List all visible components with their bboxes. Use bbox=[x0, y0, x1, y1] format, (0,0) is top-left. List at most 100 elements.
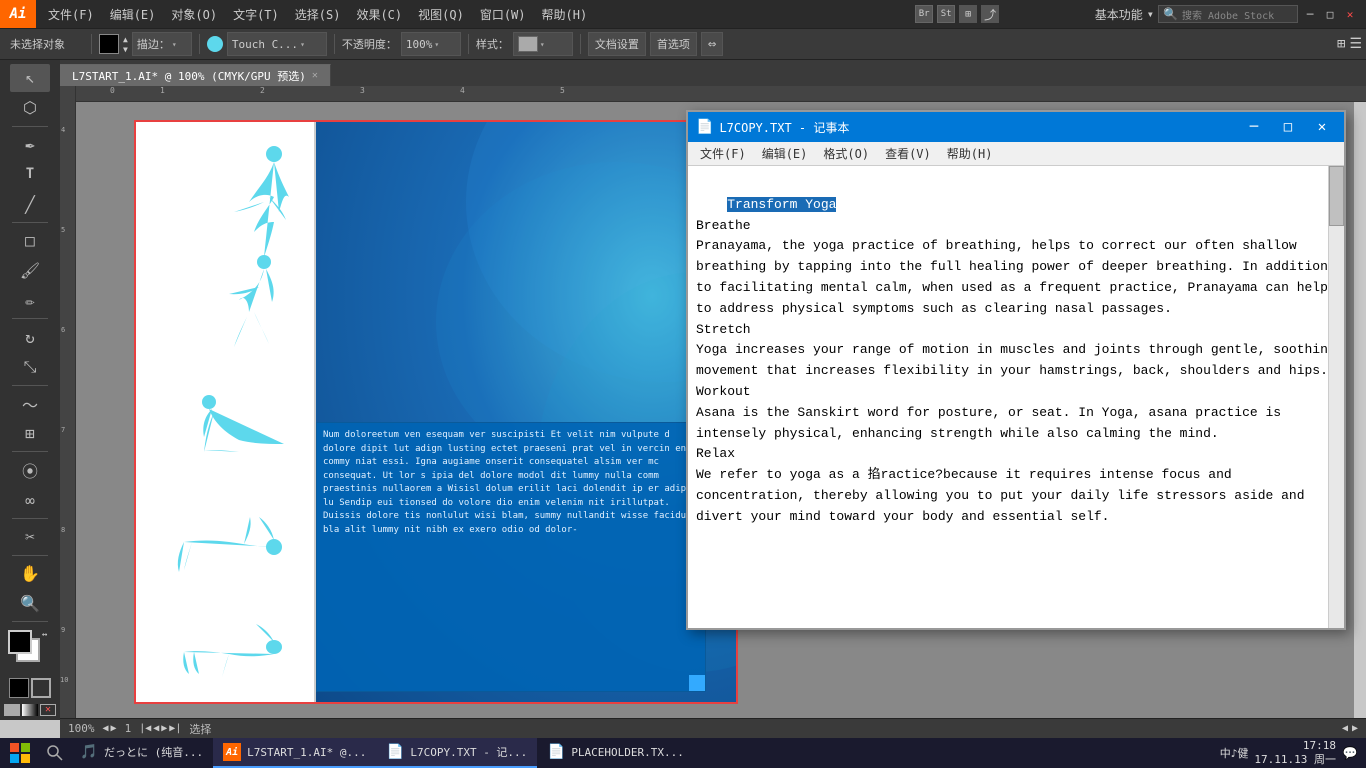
warp-tool[interactable]: 〜 bbox=[10, 390, 50, 418]
doc-settings-btn[interactable]: 文档设置 bbox=[588, 32, 646, 56]
restore-btn[interactable]: □ bbox=[1322, 6, 1338, 22]
ime-label[interactable]: 中♪健 bbox=[1220, 745, 1249, 761]
np-menu-view[interactable]: 查看(V) bbox=[877, 142, 939, 165]
selection-tool[interactable]: ↖ bbox=[10, 64, 50, 92]
stroke-up-arrow[interactable]: ▲ bbox=[123, 35, 128, 44]
arrange-icon[interactable]: ⊞ bbox=[1337, 36, 1345, 52]
page-number: 1 bbox=[125, 722, 132, 735]
page-next[interactable]: ▶ bbox=[161, 723, 167, 734]
notification-btn[interactable]: 💬 bbox=[1342, 739, 1358, 767]
eyedropper-tool[interactable]: ⦿ bbox=[10, 456, 50, 484]
stock-icon[interactable]: St bbox=[937, 5, 955, 23]
taskbar-ai-item[interactable]: Ai L7START_1.AI* @... bbox=[213, 738, 376, 768]
hand-tool[interactable]: ✋ bbox=[10, 560, 50, 588]
windows-logo-icon bbox=[10, 743, 30, 763]
brush-dropdown[interactable]: Touch C... ▾ bbox=[227, 32, 327, 56]
menu-view[interactable]: 视图(Q) bbox=[410, 0, 472, 28]
notepad-text-content[interactable]: Transform Yoga Breathe Pranayama, the yo… bbox=[688, 166, 1344, 628]
page-prev[interactable]: ◀ bbox=[153, 723, 159, 734]
blend-tool[interactable]: ∞ bbox=[10, 486, 50, 514]
direct-select-tool[interactable]: ⬡ bbox=[10, 94, 50, 122]
taskbar-right: 中♪健 17:18 17.11.13 周一 💬 bbox=[1220, 739, 1366, 768]
brush-tool[interactable]: 🖌 bbox=[10, 257, 50, 285]
gradient-btn[interactable] bbox=[22, 704, 38, 716]
page-first[interactable]: |◀ bbox=[139, 723, 151, 734]
text-box-resize-handle[interactable] bbox=[689, 675, 705, 691]
style-dd-arrow: ▾ bbox=[540, 40, 545, 49]
menu-file[interactable]: 文件(F) bbox=[40, 0, 102, 28]
line-tool[interactable]: ╱ bbox=[10, 190, 50, 218]
taskbar-search-btn[interactable] bbox=[40, 739, 70, 767]
arrow-icon[interactable]: ⤴ bbox=[981, 5, 999, 23]
workspace-label[interactable]: 基本功能 bbox=[1095, 6, 1143, 23]
close-btn[interactable]: ✕ bbox=[1342, 6, 1358, 22]
stroke-swatch[interactable] bbox=[31, 678, 51, 698]
np-menu-edit[interactable]: 编辑(E) bbox=[754, 142, 816, 165]
tab-bar: L7START_1.AI* @ 100% (CMYK/GPU 预选) ✕ bbox=[60, 60, 1366, 86]
rotate-tool[interactable]: ↻ bbox=[10, 323, 50, 351]
minimize-btn[interactable]: ─ bbox=[1302, 6, 1318, 22]
scroll-thumb[interactable] bbox=[1329, 166, 1344, 226]
opacity-dropdown[interactable]: 100% ▾ bbox=[401, 32, 461, 56]
fg-color-swatch[interactable] bbox=[8, 630, 32, 654]
ruler-v-mark-6: 6 bbox=[61, 326, 65, 334]
tab-close-btn[interactable]: ✕ bbox=[312, 70, 318, 81]
expand-icon[interactable]: ⇔ bbox=[701, 32, 723, 56]
np-menu-help[interactable]: 帮助(H) bbox=[939, 142, 1001, 165]
np-menu-file[interactable]: 文件(F) bbox=[692, 142, 754, 165]
fill-swatch[interactable] bbox=[9, 678, 29, 698]
stroke-down-arrow[interactable]: ▼ bbox=[123, 45, 128, 54]
grid-icon[interactable]: ⊞ bbox=[959, 5, 977, 23]
menu-select[interactable]: 选择(S) bbox=[287, 0, 349, 28]
taskbar-placeholder-item[interactable]: 📄 PLACEHOLDER.TX... bbox=[537, 738, 694, 768]
stroke-color[interactable] bbox=[99, 34, 119, 54]
taskbar-music-item[interactable]: 🎵 だっとに (纯音... bbox=[70, 738, 213, 768]
bridge-icon[interactable]: Br bbox=[915, 5, 933, 23]
artboard-prev[interactable]: ◀ bbox=[1342, 723, 1348, 734]
zoom-next[interactable]: ▶ bbox=[111, 723, 117, 734]
ai-file-tab[interactable]: L7START_1.AI* @ 100% (CMYK/GPU 预选) ✕ bbox=[60, 64, 331, 86]
notepad-restore-btn[interactable]: □ bbox=[1274, 116, 1302, 138]
shape-tool[interactable]: □ bbox=[10, 227, 50, 255]
np-menu-format[interactable]: 格式(O) bbox=[815, 142, 877, 165]
zoom-prev[interactable]: ◀ bbox=[103, 723, 109, 734]
menu-effect[interactable]: 效果(C) bbox=[348, 0, 410, 28]
start-button[interactable] bbox=[0, 738, 40, 768]
bottom-bar: 100% ◀ ▶ 1 |◀ ◀ ▶ ▶| 选择 ◀ ▶ bbox=[60, 718, 1366, 738]
yoga-figure-1 bbox=[204, 142, 304, 266]
notepad-close-btn[interactable]: ✕ bbox=[1308, 116, 1336, 138]
notepad-scrollbar[interactable] bbox=[1328, 166, 1344, 628]
zoom-level[interactable]: 100% bbox=[68, 722, 95, 735]
ai-document: Num doloreetum ven esequam ver suscipist… bbox=[136, 122, 736, 702]
page-last[interactable]: ▶| bbox=[169, 723, 181, 734]
ruler-v-mark-7: 7 bbox=[61, 426, 65, 434]
yoga-svg-1 bbox=[204, 142, 304, 262]
taskbar-notepad-item[interactable]: 📄 L7COPY.TXT - 记... bbox=[376, 738, 537, 768]
scissors-tool[interactable]: ✂ bbox=[10, 523, 50, 551]
notepad-minimize-btn[interactable]: ─ bbox=[1240, 116, 1268, 138]
menu-window[interactable]: 窗口(W) bbox=[472, 0, 534, 28]
menu-text[interactable]: 文字(T) bbox=[225, 0, 287, 28]
stroke-width-dropdown[interactable]: 描边： ▾ bbox=[132, 32, 192, 56]
menu-help[interactable]: 帮助(H) bbox=[534, 0, 596, 28]
menu-object[interactable]: 对象(O) bbox=[163, 0, 225, 28]
align-icon[interactable]: ☰ bbox=[1349, 36, 1362, 52]
zoom-tool[interactable]: 🔍 bbox=[10, 590, 50, 618]
none-btn[interactable]: ✕ bbox=[40, 704, 56, 716]
solid-color-btn[interactable] bbox=[4, 704, 20, 716]
style-dropdown[interactable]: ▾ bbox=[513, 32, 573, 56]
notepad-taskbar-icon: 📄 bbox=[386, 743, 404, 761]
search-stock-input[interactable]: 🔍 搜索 Adobe Stock bbox=[1158, 5, 1298, 23]
artboard-next[interactable]: ▶ bbox=[1352, 723, 1358, 734]
yoga-svg-5 bbox=[174, 602, 304, 682]
preferences-btn[interactable]: 首选项 bbox=[650, 32, 697, 56]
canvas-text-box[interactable]: Num doloreetum ven esequam ver suscipist… bbox=[316, 422, 706, 692]
pen-tool[interactable]: ✒ bbox=[10, 131, 50, 159]
menu-edit[interactable]: 编辑(E) bbox=[102, 0, 164, 28]
top-menubar: Ai 文件(F) 编辑(E) 对象(O) 文字(T) 选择(S) 效果(C) 视… bbox=[0, 0, 1366, 28]
scale-tool[interactable]: ⤡ bbox=[10, 353, 50, 381]
pencil-tool[interactable]: ✏ bbox=[10, 286, 50, 314]
free-transform-tool[interactable]: ⊞ bbox=[10, 420, 50, 448]
type-tool[interactable]: T bbox=[10, 160, 50, 188]
swap-colors-btn[interactable]: ↔ bbox=[42, 630, 52, 640]
